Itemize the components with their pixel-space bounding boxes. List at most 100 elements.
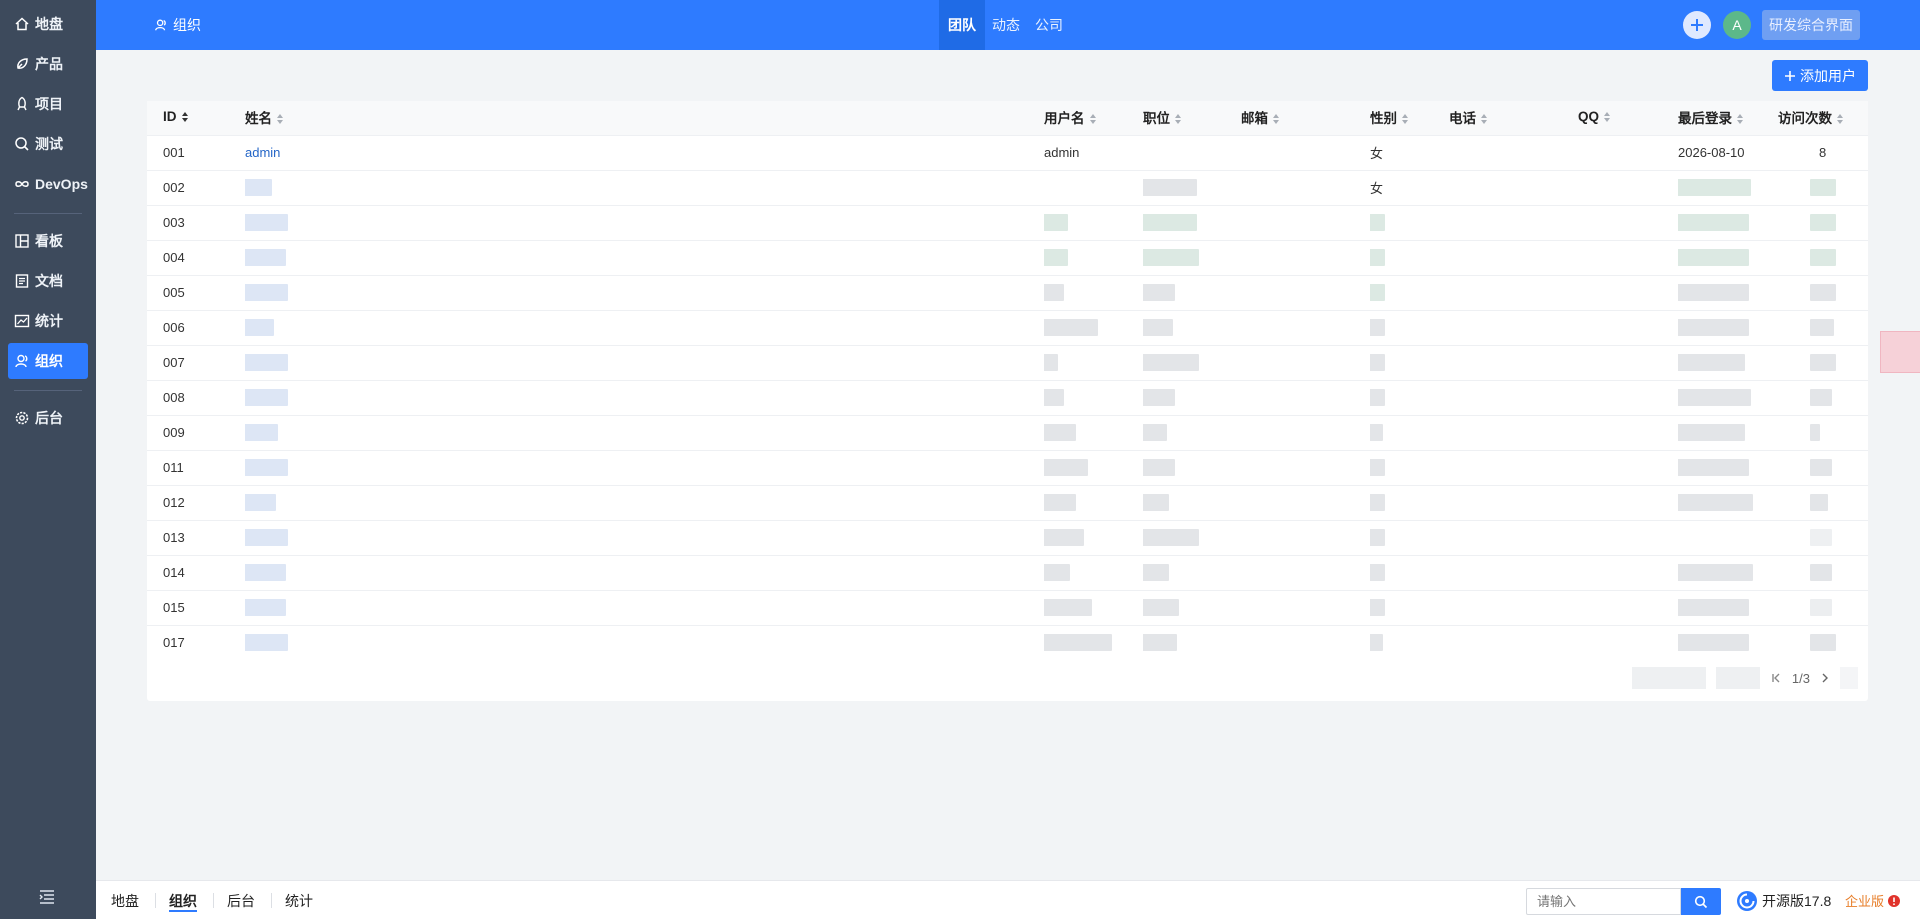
column-header-gender[interactable]: 性别 xyxy=(1370,101,1449,135)
sidebar-item-devops[interactable]: DevOps xyxy=(8,166,88,202)
pagination-per-page[interactable] xyxy=(1715,667,1760,689)
column-header-name[interactable]: 姓名 xyxy=(245,101,1044,135)
tab-dynamic[interactable]: 动态 xyxy=(985,0,1027,50)
sidebar-item-product[interactable]: 产品 xyxy=(8,46,88,82)
table-row[interactable]: 005 xyxy=(147,274,1868,310)
tab-company[interactable]: 公司 xyxy=(1027,0,1071,50)
cell-name[interactable] xyxy=(245,204,1044,240)
table-row[interactable]: 012 xyxy=(147,484,1868,520)
cell-qq xyxy=(1578,134,1678,170)
table-row[interactable]: 011 xyxy=(147,449,1868,485)
cell-name[interactable] xyxy=(245,309,1044,345)
table-row[interactable]: 007 xyxy=(147,344,1868,380)
workspace-button[interactable]: 研发综合界面 xyxy=(1762,10,1860,40)
first-page-icon[interactable] xyxy=(1770,672,1782,684)
column-header-phone[interactable]: 电话 xyxy=(1449,101,1578,135)
cell-name[interactable] xyxy=(245,624,1044,660)
table-row[interactable]: 003 xyxy=(147,204,1868,240)
table-row[interactable]: 015 xyxy=(147,589,1868,625)
cell-email xyxy=(1241,134,1370,170)
cell-last-login: 2026-08-10 xyxy=(1678,134,1778,170)
cell-name[interactable]: admin xyxy=(245,134,1044,170)
search-input[interactable] xyxy=(1526,888,1681,915)
tab-team[interactable]: 团队 xyxy=(939,0,985,50)
edition-link[interactable]: 企业版 xyxy=(1845,881,1901,919)
cell-phone xyxy=(1449,134,1578,170)
table-row[interactable]: 001 admin admin 女 2026-08-10 8 xyxy=(147,134,1868,170)
column-header-visits[interactable]: 访问次数 xyxy=(1778,101,1858,135)
sidebar-item-admin[interactable]: 后台 xyxy=(8,400,88,436)
table-row[interactable]: 017 xyxy=(147,624,1868,660)
cell-phone xyxy=(1449,484,1578,520)
menu-toggle-icon[interactable] xyxy=(38,888,56,906)
cell-id: 011 xyxy=(163,449,245,485)
table-row[interactable]: 006 xyxy=(147,309,1868,345)
sidebar-item-stats[interactable]: 统计 xyxy=(8,303,88,339)
cell-role xyxy=(1143,554,1241,590)
column-header-id[interactable]: ID xyxy=(163,101,245,135)
cell-name[interactable] xyxy=(245,274,1044,310)
user-name-link[interactable]: admin xyxy=(245,145,280,160)
quick-add-button[interactable] xyxy=(1683,11,1711,39)
last-page-button[interactable] xyxy=(1840,667,1858,689)
cell-name[interactable] xyxy=(245,449,1044,485)
cell-name[interactable] xyxy=(245,379,1044,415)
sort-icon xyxy=(1836,113,1844,128)
pagination: 1/3 xyxy=(1631,667,1858,689)
crumb-org[interactable]: 组织 xyxy=(169,881,197,919)
sidebar-item-dashboard[interactable]: 地盘 xyxy=(8,6,88,42)
cell-name[interactable] xyxy=(245,589,1044,625)
search-button[interactable] xyxy=(1681,888,1721,915)
cell-qq xyxy=(1578,274,1678,310)
sort-icon xyxy=(1480,113,1488,128)
avatar[interactable]: A xyxy=(1723,11,1751,39)
cell-last-login xyxy=(1678,204,1778,240)
cell-role xyxy=(1143,344,1241,380)
crumb-stats[interactable]: 统计 xyxy=(285,881,313,919)
plus-icon xyxy=(1691,19,1703,31)
column-header-qq[interactable]: QQ xyxy=(1578,101,1678,135)
cell-email xyxy=(1241,379,1370,415)
sidebar-item-test[interactable]: 测试 xyxy=(8,126,88,162)
table-row[interactable]: 013 xyxy=(147,519,1868,555)
sidebar-item-org[interactable]: 组织 xyxy=(8,343,88,379)
table-row[interactable]: 008 xyxy=(147,379,1868,415)
cell-name[interactable] xyxy=(245,414,1044,450)
cell-name[interactable] xyxy=(245,519,1044,555)
sidebar-item-project[interactable]: 项目 xyxy=(8,86,88,122)
cell-name[interactable] xyxy=(245,344,1044,380)
table-row[interactable]: 004 xyxy=(147,239,1868,275)
cell-last-login xyxy=(1678,379,1778,415)
table-row[interactable]: 009 xyxy=(147,414,1868,450)
cell-email xyxy=(1241,449,1370,485)
cell-name[interactable] xyxy=(245,554,1044,590)
pagination-total xyxy=(1631,667,1706,689)
version-info[interactable]: 开源版17.8 xyxy=(1736,881,1831,919)
sidebar-item-doc[interactable]: 文档 xyxy=(8,263,88,299)
column-header-role[interactable]: 职位 xyxy=(1143,101,1241,135)
column-header-email[interactable]: 邮箱 xyxy=(1241,101,1370,135)
column-header-username[interactable]: 用户名 xyxy=(1044,101,1143,135)
cell-name[interactable] xyxy=(245,239,1044,275)
cell-name[interactable] xyxy=(245,484,1044,520)
crumb-dashboard[interactable]: 地盘 xyxy=(111,881,139,919)
crumb-admin[interactable]: 后台 xyxy=(227,881,255,919)
cell-name[interactable] xyxy=(245,169,1044,205)
column-header-last-login[interactable]: 最后登录 xyxy=(1678,101,1778,135)
cell-visits xyxy=(1778,169,1858,205)
cell-phone xyxy=(1449,169,1578,205)
cell-qq xyxy=(1578,519,1678,555)
sidebar-item-label: 组织 xyxy=(35,353,63,369)
cell-username xyxy=(1044,589,1143,625)
table-row[interactable]: 014 xyxy=(147,554,1868,590)
sidebar-item-kanban[interactable]: 看板 xyxy=(8,223,88,259)
sort-active-icon xyxy=(181,111,189,126)
cell-qq xyxy=(1578,309,1678,345)
cell-gender xyxy=(1370,589,1449,625)
add-user-button[interactable]: 添加用户 xyxy=(1772,60,1868,91)
floating-side-tab[interactable] xyxy=(1880,331,1920,373)
table-row[interactable]: 002 女 xyxy=(147,169,1868,205)
cell-email xyxy=(1241,309,1370,345)
cell-email xyxy=(1241,169,1370,205)
next-page-icon[interactable] xyxy=(1820,672,1830,684)
